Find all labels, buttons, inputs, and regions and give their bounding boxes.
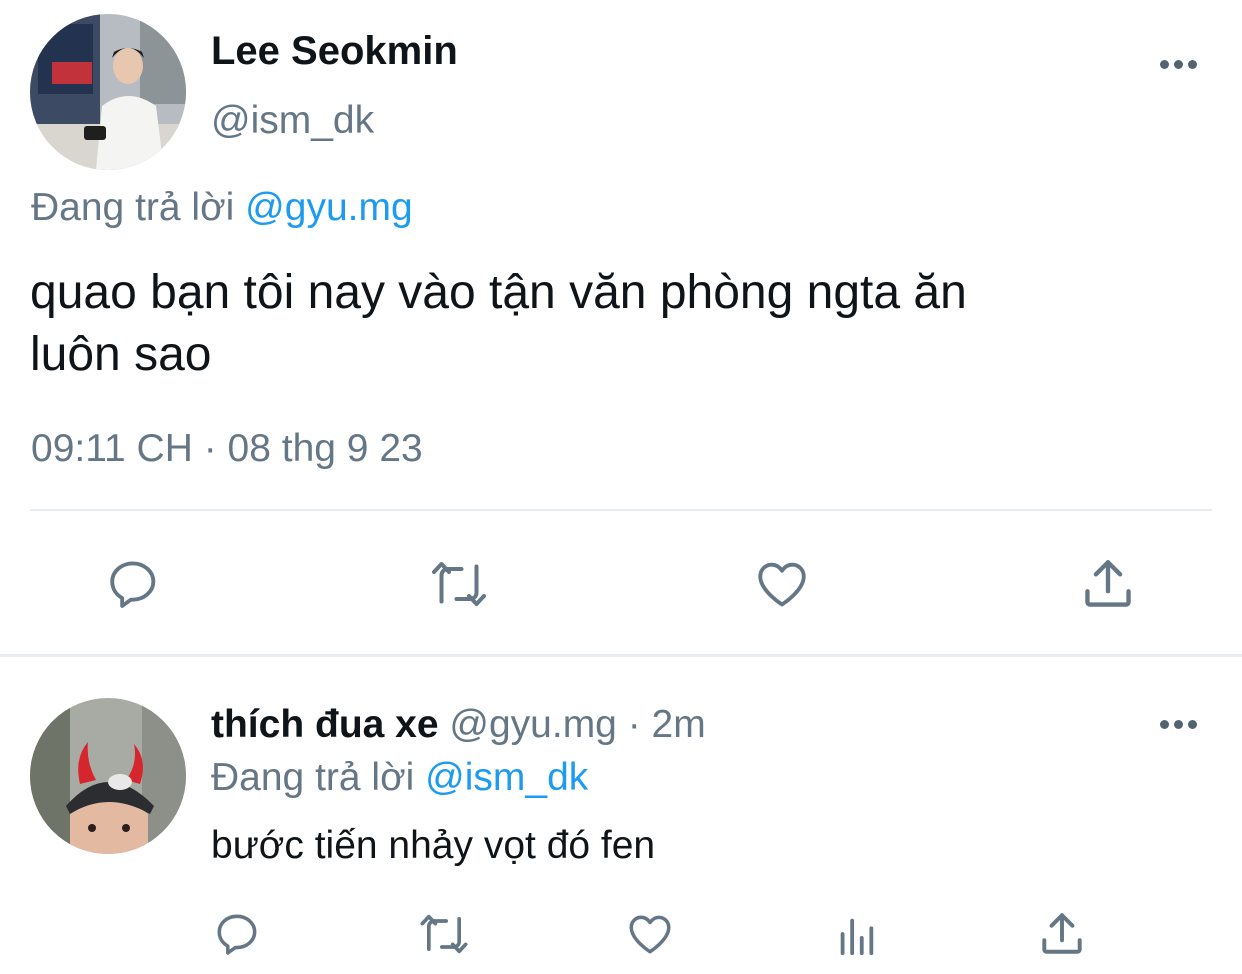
- reply-share-button[interactable]: [1034, 906, 1090, 962]
- more-dot: [1160, 60, 1169, 69]
- handle[interactable]: @ism_dk: [211, 98, 374, 144]
- replying-to-link[interactable]: @ism_dk: [425, 756, 588, 799]
- replying-prefix: Đang trả lời: [211, 756, 415, 799]
- heart-icon: [758, 562, 806, 607]
- avatar-lee-seokmin[interactable]: [30, 14, 186, 170]
- more-dot: [1174, 720, 1183, 729]
- reply-analytics-button[interactable]: [830, 910, 882, 962]
- divider: [30, 509, 1212, 511]
- replying-to-line: Đang trả lời @gyu.mg: [31, 185, 413, 231]
- reply-more-options-button[interactable]: [1160, 720, 1197, 729]
- tweet-text-line: luôn sao: [30, 328, 212, 381]
- like-button[interactable]: [750, 552, 814, 616]
- reply-display-name[interactable]: thích đua xe: [211, 703, 439, 746]
- reply-retweet-button[interactable]: [414, 906, 474, 962]
- more-dot: [1160, 720, 1169, 729]
- reply-handle[interactable]: @gyu.mg: [449, 703, 616, 746]
- speech-bubble-icon: [217, 914, 257, 955]
- reply-replying-to-line: Đang trả lời @ism_dk: [211, 755, 588, 801]
- share-upload-icon: [1042, 913, 1082, 954]
- reply-time[interactable]: · 2m: [628, 703, 706, 746]
- more-dot: [1174, 60, 1183, 69]
- more-options-button[interactable]: [1160, 60, 1197, 69]
- share-button[interactable]: [1076, 552, 1140, 616]
- reply-reply-button[interactable]: [210, 906, 266, 962]
- reply-like-button[interactable]: [622, 906, 678, 962]
- display-name[interactable]: Lee Seokmin: [211, 28, 458, 74]
- more-dot: [1188, 720, 1197, 729]
- tweet-timestamp[interactable]: 09:11 CH · 08 thg 9 23: [31, 426, 423, 472]
- avatar-thich-dua-xe[interactable]: [30, 698, 186, 854]
- share-upload-icon: [1085, 560, 1131, 607]
- reply-button[interactable]: [102, 552, 166, 616]
- retweet-button[interactable]: [425, 552, 493, 616]
- avatar-photo: [30, 14, 186, 170]
- section-separator: [0, 654, 1242, 657]
- tweet-text: quao bạn tôi nay vào tận văn phòng ngta …: [30, 262, 967, 386]
- bar-chart-icon: [840, 918, 874, 956]
- heart-icon: [629, 915, 671, 954]
- tweet-text-line: quao bạn tôi nay vào tận văn phòng ngta …: [30, 266, 967, 319]
- more-dot: [1188, 60, 1197, 69]
- reply-text: bước tiến nhảy vọt đó fen: [211, 824, 656, 867]
- retweet-arrows-icon: [420, 914, 468, 954]
- reply-header: thích đua xe @gyu.mg · 2m: [211, 702, 706, 748]
- replying-to-link[interactable]: @gyu.mg: [245, 186, 412, 229]
- replying-prefix: Đang trả lời: [31, 186, 235, 229]
- retweet-arrows-icon: [432, 562, 486, 606]
- speech-bubble-icon: [110, 561, 156, 608]
- avatar-photo: [30, 698, 186, 854]
